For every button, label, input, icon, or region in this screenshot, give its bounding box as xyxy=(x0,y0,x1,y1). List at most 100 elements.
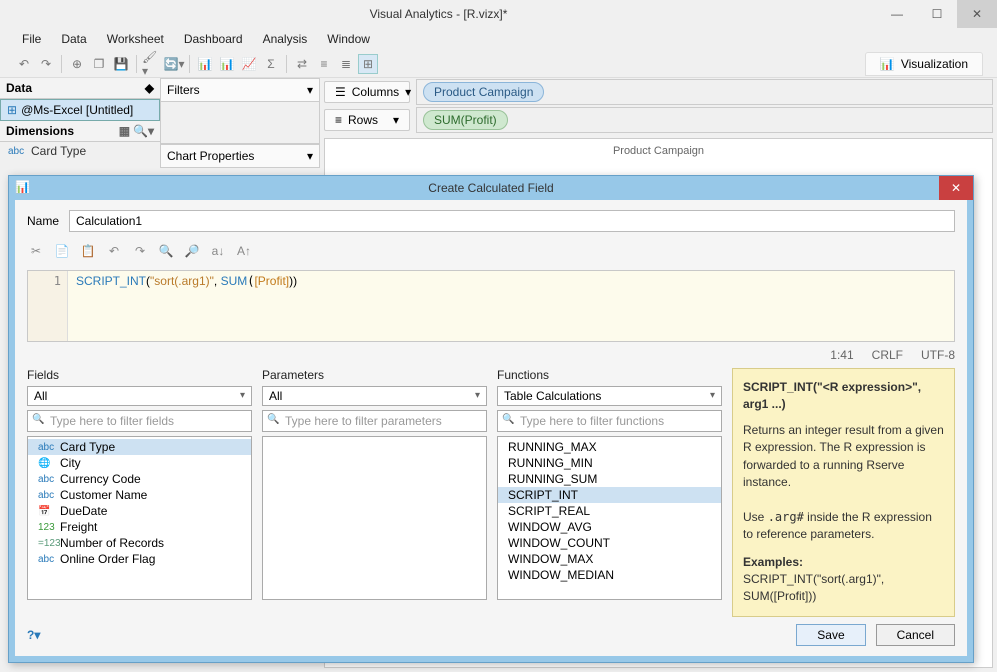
dropdown-icon[interactable]: ▾ xyxy=(405,85,411,99)
clear-icon[interactable]: 🖌▾ xyxy=(142,54,162,74)
filters-section[interactable]: Filters ▾ xyxy=(160,78,320,102)
field-item[interactable]: =123Number of Records xyxy=(28,535,251,551)
dimension-item[interactable]: abc Card Type xyxy=(0,142,160,160)
find-icon[interactable]: 🔍 xyxy=(157,242,175,260)
fit-entire-icon[interactable]: ⊞ xyxy=(358,54,378,74)
new-sheet-icon[interactable]: ⊕ xyxy=(67,54,87,74)
field-item[interactable]: 📅DueDate xyxy=(28,503,251,519)
field-item[interactable]: abcCard Type xyxy=(28,439,251,455)
field-item[interactable]: 🌐City xyxy=(28,455,251,471)
fields-category-combo[interactable]: All xyxy=(27,386,252,406)
menu-dashboard[interactable]: Dashboard xyxy=(176,30,251,48)
replace-icon[interactable]: 🔎 xyxy=(183,242,201,260)
totals-icon[interactable]: Σ xyxy=(261,54,281,74)
dropdown-icon[interactable]: ▾ xyxy=(393,113,399,127)
function-item[interactable]: WINDOW_AVG xyxy=(498,519,721,535)
line-ending: CRLF xyxy=(872,348,903,362)
name-input[interactable] xyxy=(69,210,955,232)
code-content[interactable]: SCRIPT_INT("sort(.arg1)", SUM([Profit])) xyxy=(68,271,954,341)
save-icon[interactable]: 💾 xyxy=(111,54,131,74)
function-item[interactable]: RUNNING_MIN xyxy=(498,455,721,471)
columns-shelf-body[interactable]: Product Campaign xyxy=(416,79,993,105)
menu-data[interactable]: Data xyxy=(53,30,94,48)
save-button[interactable]: Save xyxy=(796,624,865,646)
field-item[interactable]: abcCurrency Code xyxy=(28,471,251,487)
undo-icon[interactable]: ↶ xyxy=(14,54,34,74)
datasource-item[interactable]: ⊞ @Ms-Excel [Untitled] xyxy=(0,99,160,121)
help-column: SCRIPT_INT("<R expression>", arg1 ...) R… xyxy=(732,368,955,600)
field-type-icon: 🌐 xyxy=(38,458,54,469)
function-item[interactable]: WINDOW_MEDIAN xyxy=(498,567,721,583)
fit-width-icon[interactable]: ≡ xyxy=(314,54,334,74)
filters-body[interactable] xyxy=(160,102,320,144)
copy-icon[interactable]: 📄 xyxy=(53,242,71,260)
parameters-category-combo[interactable]: All xyxy=(262,386,487,406)
create-calculated-field-dialog: 📊 Create Calculated Field ✕ Name ✂ 📄 📋 ↶… xyxy=(8,175,974,663)
function-item[interactable]: SCRIPT_REAL xyxy=(498,503,721,519)
table-view-icon[interactable]: ▦ xyxy=(119,124,130,138)
visualization-tab[interactable]: 📊 Visualization xyxy=(865,52,983,76)
field-item[interactable]: 123Freight xyxy=(28,519,251,535)
function-item[interactable]: RUNNING_SUM xyxy=(498,471,721,487)
window-title: Visual Analytics - [R.vizx]* xyxy=(0,7,877,21)
sort-asc-icon[interactable]: 📊 xyxy=(195,54,215,74)
rows-shelf-label[interactable]: ≡ Rows ▾ xyxy=(324,109,410,131)
cut-icon[interactable]: ✂ xyxy=(27,242,45,260)
columns-icon: ☰ xyxy=(335,85,346,99)
swap-icon[interactable]: ⇄ xyxy=(292,54,312,74)
refresh-icon[interactable]: 🔄▾ xyxy=(164,54,184,74)
parameters-filter-input[interactable]: Type here to filter parameters xyxy=(262,410,487,432)
titlebar: Visual Analytics - [R.vizx]* — ☐ ✕ xyxy=(0,0,997,28)
window-controls: — ☐ ✕ xyxy=(877,0,997,28)
fields-column: Fields All Type here to filter fields ab… xyxy=(27,368,252,600)
group-icon[interactable]: 📈 xyxy=(239,54,259,74)
font-larger-icon[interactable]: A↑ xyxy=(235,242,253,260)
function-item[interactable]: WINDOW_MAX xyxy=(498,551,721,567)
paste-icon[interactable]: 📋 xyxy=(79,242,97,260)
columns-pill[interactable]: Product Campaign xyxy=(423,82,544,102)
functions-listbox[interactable]: RUNNING_MAXRUNNING_MINRUNNING_SUMSCRIPT_… xyxy=(497,436,722,600)
name-row: Name xyxy=(27,210,955,232)
cancel-button[interactable]: Cancel xyxy=(876,624,955,646)
minimize-button[interactable]: — xyxy=(877,0,917,28)
menu-analysis[interactable]: Analysis xyxy=(255,30,316,48)
field-item[interactable]: abcCustomer Name xyxy=(28,487,251,503)
menu-file[interactable]: File xyxy=(14,30,49,48)
maximize-button[interactable]: ☐ xyxy=(917,0,957,28)
functions-filter-input[interactable]: Type here to filter functions xyxy=(497,410,722,432)
help-usage: Use .arg# inside the R expression to ref… xyxy=(743,509,944,544)
rows-pill[interactable]: SUM(Profit) xyxy=(423,110,508,130)
data-menu-icon[interactable]: ◆ xyxy=(145,81,154,95)
search-icon[interactable]: 🔍▾ xyxy=(133,124,154,138)
close-button[interactable]: ✕ xyxy=(957,0,997,28)
function-item[interactable]: WINDOW_COUNT xyxy=(498,535,721,551)
undo-icon[interactable]: ↶ xyxy=(105,242,123,260)
columns-shelf-label[interactable]: ☰ Columns ▾ xyxy=(324,81,410,103)
dialog-title-text: Create Calculated Field xyxy=(428,181,553,195)
parameters-listbox[interactable] xyxy=(262,436,487,600)
code-editor[interactable]: 1 SCRIPT_INT("sort(.arg1)", SUM([Profit]… xyxy=(27,270,955,342)
rows-shelf-body[interactable]: SUM(Profit) xyxy=(416,107,993,133)
parameters-label: Parameters xyxy=(262,368,487,382)
field-item[interactable]: abcOnline Order Flag xyxy=(28,551,251,567)
menu-worksheet[interactable]: Worksheet xyxy=(99,30,172,48)
separator xyxy=(286,55,287,73)
function-item[interactable]: RUNNING_MAX xyxy=(498,439,721,455)
sort-desc-icon[interactable]: 📊 xyxy=(217,54,237,74)
function-item[interactable]: SCRIPT_INT xyxy=(498,487,721,503)
dimension-label: Card Type xyxy=(31,144,86,158)
fields-filter-input[interactable]: Type here to filter fields xyxy=(27,410,252,432)
redo-icon[interactable]: ↷ xyxy=(131,242,149,260)
dropdown-icon[interactable]: ▾ xyxy=(307,83,313,97)
fit-height-icon[interactable]: ≣ xyxy=(336,54,356,74)
duplicate-icon[interactable]: ❐ xyxy=(89,54,109,74)
fields-listbox[interactable]: abcCard Type🌐CityabcCurrency CodeabcCust… xyxy=(27,436,252,600)
dropdown-icon[interactable]: ▾ xyxy=(307,149,313,163)
functions-category-combo[interactable]: Table Calculations xyxy=(497,386,722,406)
dialog-close-button[interactable]: ✕ xyxy=(939,176,973,200)
menu-window[interactable]: Window xyxy=(319,30,378,48)
font-smaller-icon[interactable]: a↓ xyxy=(209,242,227,260)
redo-icon[interactable]: ↷ xyxy=(36,54,56,74)
help-icon[interactable]: ?▾ xyxy=(27,628,40,642)
chart-properties-section[interactable]: Chart Properties ▾ xyxy=(160,144,320,168)
